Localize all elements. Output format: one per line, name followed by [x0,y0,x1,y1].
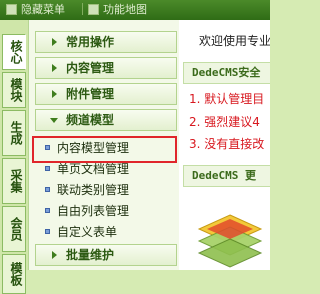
top-toolbar: 隐藏菜单 功能地图 [0,0,270,20]
chevron-right-icon [52,90,57,98]
chevron-right-icon [52,38,57,46]
menu-item-label: 单页文档管理 [57,162,130,176]
menu-group-label: 常用操作 [66,35,115,49]
menu-item-custom-form[interactable]: 自定义表单 [37,223,175,241]
menu-group-label: 批量维护 [66,248,115,262]
menu-group-label: 附件管理 [66,87,115,101]
left-menu: 常用操作 内容管理 附件管理 频道模型 内容模型管理 单页文档管理 联动类别管理… [28,20,179,270]
welcome-text: 欢迎使用专业 [199,34,270,48]
tab-members[interactable]: 会员 [2,206,26,252]
menu-item-label: 内容模型管理 [57,141,130,155]
map-icon [88,3,99,15]
tab-modules[interactable]: 模块 [2,72,26,108]
dedecms-logo-icon [197,214,263,268]
menu-group-content[interactable]: 内容管理 [35,57,177,79]
notice-1: 1. 默认管理目 [189,92,265,106]
menu-item-linkage-category[interactable]: 联动类别管理 [37,181,175,199]
tab-generate[interactable]: 生成 [2,110,26,156]
menu-group-label: 频道模型 [66,113,115,127]
notice-2: 2. 强烈建议4 [189,115,260,129]
menu-item-label: 自定义表单 [57,225,118,239]
bullet-icon [45,229,50,234]
security-panel-title: DedeCMS安全 [183,62,270,84]
tab-collect[interactable]: 采集 [2,158,26,204]
notice-3: 3. 没有直接改 [189,137,265,151]
hide-menu-icon [6,3,17,15]
menu-group-batch[interactable]: 批量维护 [35,244,177,266]
side-tab-strip: 核心 模块 生成 采集 会员 模板 [0,20,28,294]
hide-menu-button[interactable]: 隐藏菜单 [6,2,65,16]
chevron-right-icon [52,64,57,72]
bullet-icon [45,187,50,192]
tab-templates[interactable]: 模板 [2,254,26,294]
toolbar-divider [82,3,83,15]
menu-item-label: 自由列表管理 [57,204,130,218]
update-panel-title: DedeCMS 更 [183,165,270,187]
menu-group-common[interactable]: 常用操作 [35,31,177,53]
bullet-icon [45,166,50,171]
tab-core[interactable]: 核心 [2,34,26,70]
bullet-icon [45,208,50,213]
menu-group-attachments[interactable]: 附件管理 [35,83,177,105]
hide-menu-label: 隐藏菜单 [21,3,65,16]
menu-item-label: 联动类别管理 [57,183,130,197]
menu-group-channel-model[interactable]: 频道模型 [35,109,177,131]
menu-group-label: 内容管理 [66,61,115,75]
menu-item-free-list[interactable]: 自由列表管理 [37,202,175,220]
chevron-right-icon [52,251,57,259]
function-map-button[interactable]: 功能地图 [82,2,147,16]
menu-item-content-model[interactable]: 内容模型管理 [37,139,175,157]
bullet-icon [45,145,50,150]
main-content: 欢迎使用专业 DedeCMS安全 1. 默认管理目 2. 强烈建议4 3. 没有… [179,20,270,270]
menu-item-single-page[interactable]: 单页文档管理 [37,160,175,178]
function-map-label: 功能地图 [103,3,147,16]
chevron-down-icon [50,118,58,123]
